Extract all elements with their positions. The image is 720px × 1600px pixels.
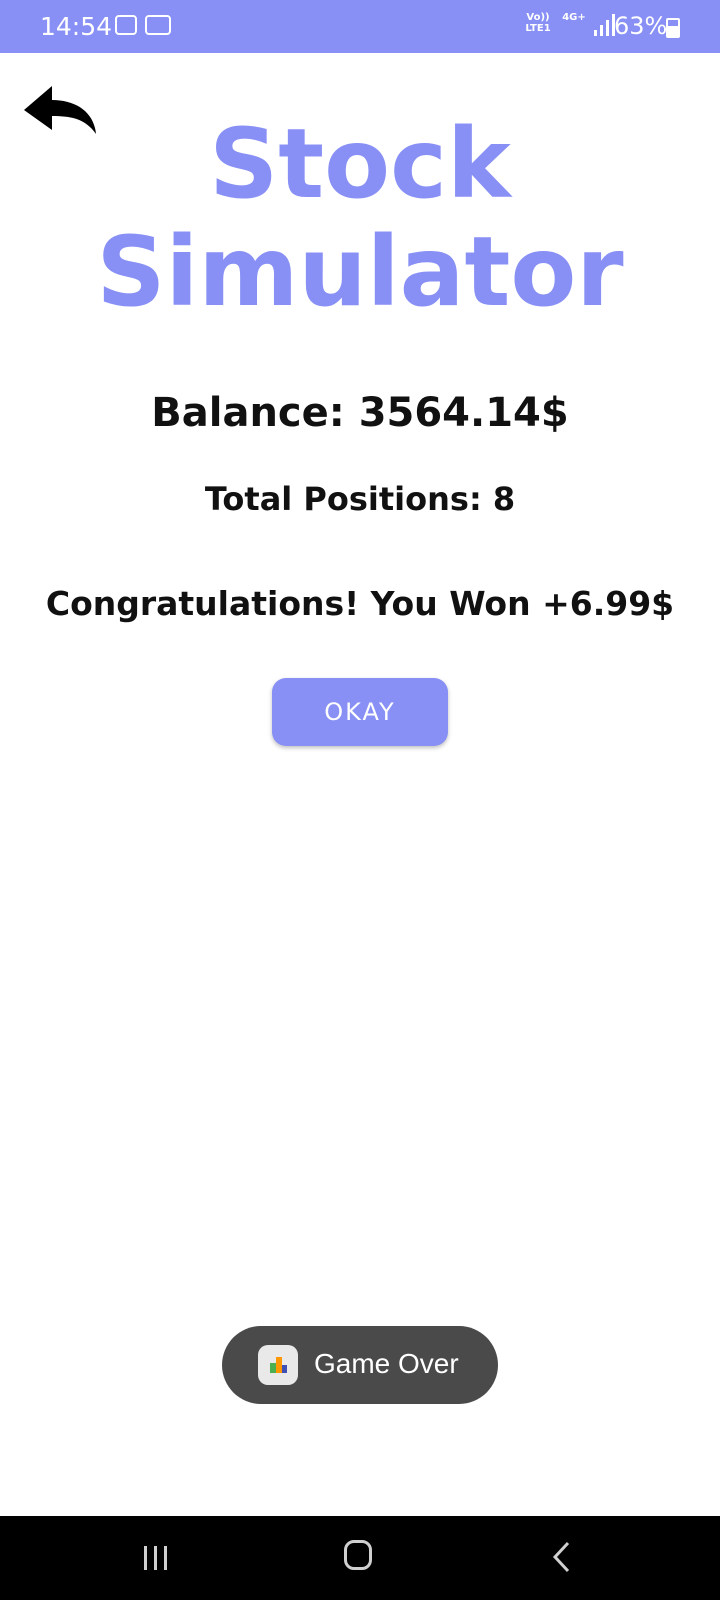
- navigation-bar: [0, 1516, 720, 1600]
- battery-percent: 63%: [614, 12, 668, 40]
- status-bar: 14:54 Vo)) LTE1 4G+ 63%: [0, 0, 720, 53]
- total-positions-text: Total Positions: 8: [204, 480, 516, 518]
- toast-message: Game Over: [222, 1326, 498, 1404]
- app-icon: [258, 1345, 298, 1385]
- network-label: 4G+: [562, 12, 586, 23]
- toast-text: Game Over: [314, 1348, 459, 1379]
- voicemail-icon: [145, 15, 171, 35]
- home-button[interactable]: [344, 1540, 372, 1570]
- balance-text: Balance: 3564.14$: [151, 390, 569, 436]
- result-message: Congratulations! You Won +6.99$: [45, 584, 675, 623]
- gallery-icon: [115, 15, 137, 35]
- recents-button[interactable]: [140, 1542, 172, 1574]
- okay-button[interactable]: OKAY: [272, 678, 448, 746]
- app-title-line2: Simulator: [96, 216, 624, 328]
- status-time: 14:54: [40, 12, 113, 41]
- battery-icon: [666, 18, 680, 38]
- nav-back-button[interactable]: [548, 1540, 576, 1574]
- volte-label: Vo)) LTE1: [525, 12, 551, 34]
- app-title-line1: Stock: [209, 108, 511, 220]
- chevron-left-icon: [552, 1541, 570, 1573]
